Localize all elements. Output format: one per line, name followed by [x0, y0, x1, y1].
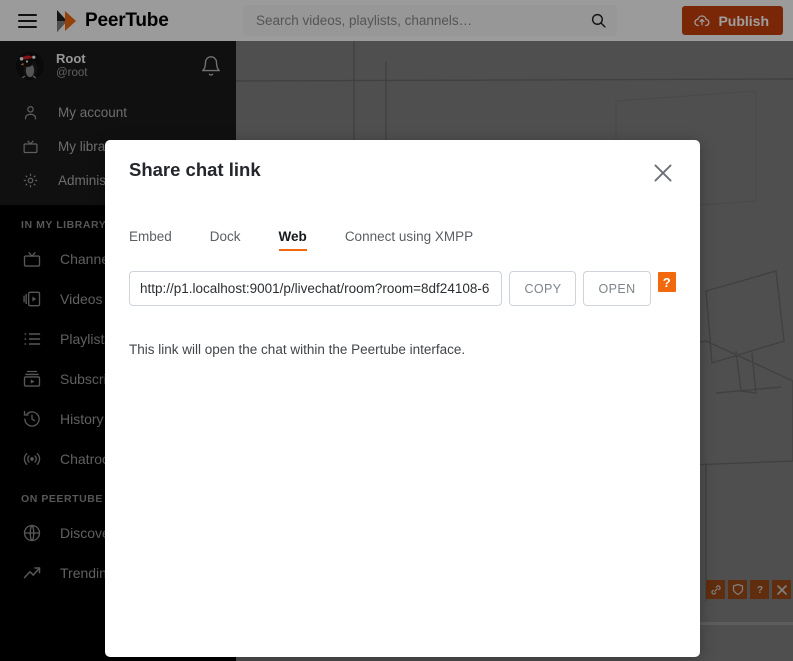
tab-embed[interactable]: Embed: [129, 229, 172, 251]
share-note-text: This link will open the chat within the …: [129, 342, 466, 357]
modal-tabs: Embed Dock Web Connect using XMPP: [129, 229, 676, 251]
tab-web[interactable]: Web: [278, 229, 308, 251]
app-root: ? Root @root My account My library Admin…: [0, 0, 793, 661]
open-button[interactable]: OPEN: [583, 271, 651, 306]
share-chat-link-modal: Share chat link Embed Dock Web Connect u…: [105, 140, 700, 657]
share-url-input[interactable]: [129, 271, 503, 306]
modal-header: Share chat link: [129, 140, 676, 186]
copy-button[interactable]: COPY: [509, 271, 577, 306]
modal-title: Share chat link: [129, 159, 261, 180]
share-url-row: COPY OPEN ?: [129, 271, 676, 306]
close-icon[interactable]: [650, 160, 676, 186]
tab-dock[interactable]: Dock: [210, 229, 241, 251]
tab-connect-using-xmpp[interactable]: Connect using XMPP: [345, 229, 473, 251]
help-question-icon[interactable]: ?: [657, 272, 676, 292]
